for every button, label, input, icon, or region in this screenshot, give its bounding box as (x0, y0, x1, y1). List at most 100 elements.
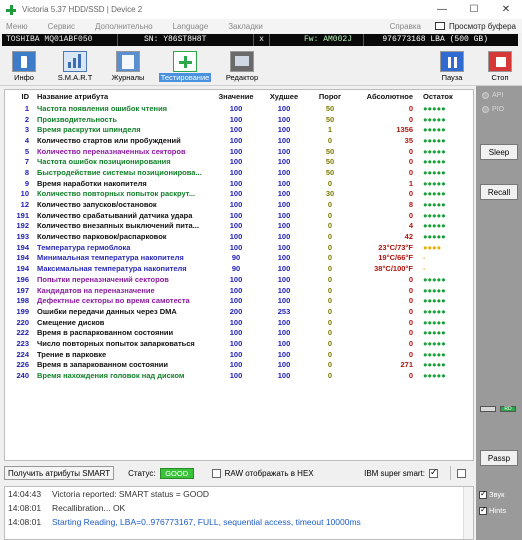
table-row[interactable]: 198 Дефектные секторы во время самотеста 1… (5, 295, 475, 306)
table-row[interactable]: 192 Количество внезапных выключений пита.… (5, 221, 475, 232)
header-worst[interactable]: Худшее (261, 90, 307, 103)
header-raw[interactable]: Абсолютное (353, 90, 421, 103)
pause-button[interactable]: Пауза (432, 50, 472, 84)
attribute-value: 100 (229, 296, 243, 306)
header-threshold[interactable]: Порог (307, 90, 353, 103)
table-row[interactable]: 220 Смещение дисков 100 100 0 0 ●●●●● (5, 317, 475, 328)
table-row[interactable]: 8 Быстродействие системы позиционирова...… (5, 167, 475, 178)
raw-hex-checkbox[interactable] (211, 468, 221, 478)
table-row[interactable]: 12 Количество запусков/остановок 100 100 0 8 ●… (5, 199, 475, 210)
attribute-worst: 253 (277, 306, 291, 316)
table-row[interactable]: 226 Время в запаркованном состоянии 100 100… (5, 360, 475, 371)
attribute-value: 100 (229, 232, 243, 242)
header-id[interactable]: ID (5, 90, 35, 103)
attribute-threshold: 0 (327, 360, 333, 370)
attribute-value: 100 (229, 285, 243, 295)
menu-service[interactable]: Сервис (48, 22, 75, 31)
attribute-status: ●●●●● (423, 371, 446, 381)
get-smart-button[interactable]: Получить атрибуты SMART (4, 466, 115, 480)
divider (450, 466, 451, 480)
attribute-raw: 0 (408, 274, 413, 284)
maximize-button[interactable]: ☐ (458, 0, 490, 19)
api-radio[interactable]: API (482, 92, 503, 99)
table-row[interactable]: 222 Время в распаркованном состоянии 100 10… (5, 327, 475, 338)
tab-testing[interactable]: Тестирование (158, 50, 212, 84)
tab-journals[interactable]: Журналы (108, 50, 148, 84)
tab-editor[interactable]: Редактор (222, 50, 262, 84)
sound-checkbox[interactable] (479, 489, 487, 499)
attribute-status: ●●●●● (423, 232, 446, 242)
table-row[interactable]: 193 Количество парковок/распарковок 100 100… (5, 231, 475, 242)
table-row[interactable]: 194 Температура гермоблока 100 100 0 23°C/73°… (5, 242, 475, 253)
smart-chart-icon (63, 51, 87, 72)
table-row[interactable]: 191 Количество срабатываний датчика удара… (5, 210, 475, 221)
header-name[interactable]: Название атрибута (35, 90, 211, 103)
attribute-status: ●●●●● (423, 210, 446, 220)
buffer-viewer-button[interactable]: Просмотр буфера (434, 22, 516, 31)
attribute-status: ●●●●● (423, 317, 446, 327)
attribute-name: Дефектные секторы во время самотеста (37, 296, 190, 306)
menu-help[interactable]: Справка (390, 22, 421, 31)
attribute-status: - (423, 253, 426, 263)
stop-button[interactable]: Стоп (480, 50, 520, 84)
sound-toggle[interactable]: Звук (479, 489, 504, 499)
pio-radio[interactable]: PIO (482, 106, 504, 113)
table-row[interactable]: 240 Время нахождения головок над диском 10… (5, 370, 475, 381)
table-row[interactable]: 9 Время наработки накопителя 100 100 0 1 ●●●●● (5, 178, 475, 189)
table-row[interactable]: 199 Ошибки передачи данных через DMA 200 25… (5, 306, 475, 317)
table-row[interactable]: 1 Частота появления ошибок чтения 100 100 50… (5, 103, 475, 114)
attribute-raw: 0 (408, 306, 413, 316)
attribute-name: Количество запусков/остановок (37, 200, 157, 210)
drive-close-icon[interactable]: x (254, 34, 270, 46)
hints-toggle[interactable]: Hints (479, 505, 506, 515)
pio-label: PIO (492, 106, 505, 113)
attribute-name: Попытки переназначений секторов (37, 274, 169, 284)
hints-checkbox[interactable] (479, 505, 487, 515)
attribute-status: ●●●●● (423, 274, 446, 284)
menu-additional[interactable]: Дополнительно (95, 22, 153, 31)
attribute-value: 100 (229, 103, 243, 113)
menu-main[interactable]: Меню (6, 22, 28, 31)
table-row[interactable]: 4 Количество стартов или пробуждений 100 10… (5, 135, 475, 146)
table-row[interactable]: 197 Кандидатов на переназначение 100 100 0 0 ●… (5, 285, 475, 296)
menu-bookmarks[interactable]: Закладки (228, 22, 263, 31)
ibm-super-smart-checkbox[interactable] (429, 467, 438, 478)
passp-button[interactable]: Passp (480, 450, 518, 466)
drive-model[interactable]: TOSHIBA MQ01ABF050 (2, 34, 118, 46)
attribute-id: 196 (16, 274, 29, 284)
attribute-name: Количество стартов или пробуждений (37, 135, 181, 145)
close-button[interactable]: ✕ (490, 0, 522, 19)
pause-label: Пауза (441, 73, 463, 82)
sleep-button[interactable]: Sleep (480, 144, 518, 160)
table-row[interactable]: 10 Количество повторных попыток раскрут..… (5, 189, 475, 200)
log-scrollbar[interactable] (463, 487, 473, 539)
table-row[interactable]: 5 Количество переназначенных секторов 100 1… (5, 146, 475, 157)
attribute-id: 198 (16, 296, 29, 306)
table-row[interactable]: 3 Время раскрутки шпинделя 100 100 1 1356 ●●●●… (5, 124, 475, 135)
attribute-threshold: 0 (327, 349, 333, 359)
header-value[interactable]: Значение (211, 90, 261, 103)
table-row[interactable]: 194 Минимальная температура накопителя 90 1… (5, 253, 475, 264)
log-entry: 14:04:43 Victoria reported: SMART status … (5, 487, 473, 501)
attribute-value: 200 (229, 306, 243, 316)
attribute-threshold: 0 (327, 264, 333, 274)
recall-button[interactable]: Recall (480, 184, 518, 200)
table-row[interactable]: 223 Число повторных попыток запарковаться… (5, 338, 475, 349)
status-label: Статус: (128, 468, 156, 478)
tab-info[interactable]: Инфо (4, 50, 44, 84)
attribute-value: 100 (229, 349, 243, 359)
minimize-button[interactable]: — (426, 0, 458, 19)
menu-language[interactable]: Language (173, 22, 209, 31)
attribute-status: ●●●●● (423, 135, 446, 145)
log-message: Victoria reported: SMART status = GOOD (52, 489, 210, 499)
header-status[interactable]: Остаток (421, 90, 475, 103)
table-row[interactable]: 7 Частота ошибок позиционирования 100 100 50… (5, 156, 475, 167)
table-row[interactable]: 224 Трение в парковке 100 100 0 0 ●●●●● (5, 349, 475, 360)
attribute-threshold: 50 (325, 114, 335, 124)
table-row[interactable]: 196 Попытки переназначений секторов 100 100… (5, 274, 475, 285)
extra-checkbox[interactable] (457, 468, 466, 478)
tab-smart[interactable]: S.M.A.R.T (55, 50, 95, 84)
attribute-worst: 100 (277, 221, 291, 231)
table-row[interactable]: 2 Производительность 100 100 50 0 ●●●●● (5, 114, 475, 125)
table-row[interactable]: 194 Максимальная температура накопителя 90… (5, 263, 475, 274)
